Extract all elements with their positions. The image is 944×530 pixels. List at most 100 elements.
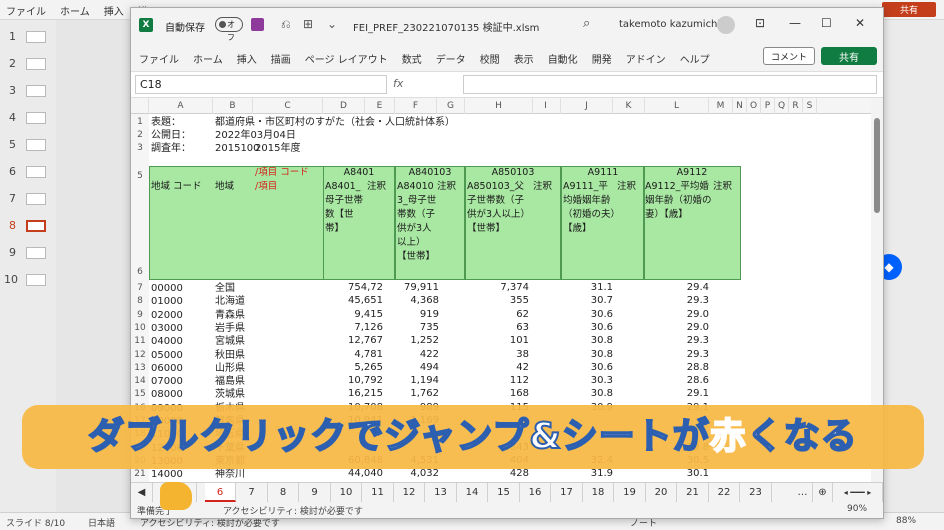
- column-header[interactable]: N: [733, 98, 747, 114]
- sheet-tab[interactable]: 6: [205, 483, 236, 502]
- indicator-code[interactable]: A9111: [561, 166, 645, 180]
- sheet-tab[interactable]: 10: [331, 483, 362, 502]
- fx-icon[interactable]: fx: [393, 77, 403, 90]
- cell[interactable]: 79,911: [395, 282, 439, 293]
- ribbon-display-icon[interactable]: ⊡: [755, 16, 765, 30]
- column-header[interactable]: D: [323, 98, 365, 114]
- slide-preview[interactable]: [26, 30, 46, 43]
- cell[interactable]: 03000: [151, 322, 211, 335]
- ribbon-tab[interactable]: アドイン: [626, 51, 666, 66]
- cell[interactable]: 調査年：: [151, 142, 211, 155]
- cell[interactable]: 福島県: [215, 375, 255, 388]
- customize-icon[interactable]: ⊞: [303, 17, 313, 31]
- ppt-menu-insert[interactable]: 挿入: [104, 3, 124, 18]
- cell[interactable]: 2015年度: [255, 142, 335, 155]
- cell[interactable]: 31.9: [561, 468, 613, 479]
- cell[interactable]: 168: [465, 388, 529, 399]
- slide-preview[interactable]: [26, 273, 46, 286]
- cell[interactable]: 29.3: [643, 349, 709, 360]
- row-header[interactable]: 8: [131, 295, 149, 308]
- column-header[interactable]: C: [253, 98, 323, 114]
- cell[interactable]: 63: [465, 322, 529, 333]
- cell[interactable]: 101: [465, 335, 529, 346]
- cell[interactable]: 30.1: [643, 468, 709, 479]
- cell[interactable]: 青森県: [215, 309, 255, 322]
- column-header[interactable]: K: [613, 98, 645, 114]
- row-header[interactable]: 11: [131, 335, 149, 348]
- sheet-tab[interactable]: 8: [268, 483, 299, 502]
- cell[interactable]: 422: [395, 349, 439, 360]
- cell[interactable]: 神奈川: [215, 468, 255, 481]
- cell[interactable]: 29.3: [643, 335, 709, 346]
- cell[interactable]: 754,72: [323, 282, 383, 293]
- name-box[interactable]: C18: [135, 75, 387, 94]
- item-code-header[interactable]: /項目 コード: [255, 166, 309, 180]
- select-all-corner[interactable]: [131, 98, 149, 114]
- ribbon-tab[interactable]: 自動化: [548, 51, 578, 66]
- row-header[interactable]: 14: [131, 375, 149, 388]
- row-header[interactable]: 3: [131, 142, 149, 154]
- cell[interactable]: 1,194: [395, 375, 439, 386]
- excel-accessibility[interactable]: アクセシビリティ: 検討が必要です: [223, 504, 363, 517]
- column-header[interactable]: B: [213, 98, 253, 114]
- search-icon[interactable]: ⌕: [583, 16, 590, 31]
- cell[interactable]: 9,415: [323, 309, 383, 320]
- formula-input[interactable]: [463, 75, 877, 94]
- cell[interactable]: 735: [395, 322, 439, 333]
- column-header[interactable]: Q: [775, 98, 789, 114]
- cell[interactable]: 表題：: [151, 116, 211, 129]
- excel-zoom-level[interactable]: 90%: [847, 504, 867, 514]
- ppt-zoom-level[interactable]: 88%: [896, 516, 916, 526]
- cell[interactable]: 29.1: [643, 388, 709, 399]
- cell[interactable]: 30.8: [561, 349, 613, 360]
- column-header[interactable]: F: [395, 98, 437, 114]
- cell[interactable]: 494: [395, 362, 439, 373]
- scroll-thumb[interactable]: [874, 118, 880, 213]
- ppt-share-button[interactable]: 共有: [882, 2, 936, 17]
- sheet-tab[interactable]: 20: [646, 483, 677, 502]
- slide-thumbnail[interactable]: 3: [4, 84, 46, 97]
- row-header[interactable]: 15: [131, 388, 149, 401]
- row-header[interactable]: 9: [131, 308, 149, 321]
- cell[interactable]: 都道府県・市区町村のすがた（社会・人口統計体系）: [215, 116, 535, 129]
- column-header[interactable]: I: [531, 98, 561, 114]
- indicator-code[interactable]: A850103: [465, 166, 561, 180]
- column-header[interactable]: H: [465, 98, 533, 114]
- slide-preview[interactable]: [26, 57, 46, 70]
- cell[interactable]: 05000: [151, 349, 211, 362]
- cell[interactable]: 38: [465, 349, 529, 360]
- cell[interactable]: 02000: [151, 309, 211, 322]
- row-header[interactable]: 13: [131, 361, 149, 374]
- indicator-code[interactable]: A9112: [643, 166, 741, 180]
- column-header[interactable]: A: [149, 98, 213, 114]
- sheet-tab[interactable]: 19: [615, 483, 646, 502]
- ribbon-tab[interactable]: 挿入: [237, 51, 257, 66]
- ribbon-tab[interactable]: 校閲: [480, 51, 500, 66]
- cell[interactable]: 1,762: [395, 388, 439, 399]
- cell[interactable]: 28.8: [643, 362, 709, 373]
- cell[interactable]: 全国: [215, 282, 255, 295]
- row-header[interactable]: 7: [131, 282, 149, 294]
- cell[interactable]: 4,781: [323, 349, 383, 360]
- cell[interactable]: 29.0: [643, 322, 709, 333]
- cell[interactable]: 42: [465, 362, 529, 373]
- autosave-toggle[interactable]: オフ: [215, 17, 243, 42]
- area-header[interactable]: 地域: [215, 180, 234, 194]
- column-header[interactable]: E: [365, 98, 395, 114]
- note-header[interactable]: 注釈: [713, 180, 732, 194]
- ribbon-tab[interactable]: 開発: [592, 51, 612, 66]
- sheet-tab[interactable]: 13: [426, 483, 457, 502]
- cell[interactable]: 30.8: [561, 388, 613, 399]
- row-header[interactable]: 1: [131, 116, 149, 128]
- slide-preview[interactable]: [26, 192, 46, 205]
- slide-thumbnail[interactable]: 7: [4, 192, 46, 205]
- comment-button[interactable]: コメント: [763, 47, 815, 65]
- horizontal-scrollbar[interactable]: ◂ ━━━ ▸: [833, 483, 883, 502]
- sheet-nav-left-icon[interactable]: ◀: [131, 483, 153, 502]
- cell[interactable]: 5,265: [323, 362, 383, 373]
- cell[interactable]: 14000: [151, 468, 211, 481]
- cell[interactable]: 08000: [151, 388, 211, 401]
- slide-preview[interactable]: [26, 165, 46, 178]
- close-icon[interactable]: ✕: [855, 16, 865, 30]
- sheet-tab[interactable]: 9: [300, 483, 331, 502]
